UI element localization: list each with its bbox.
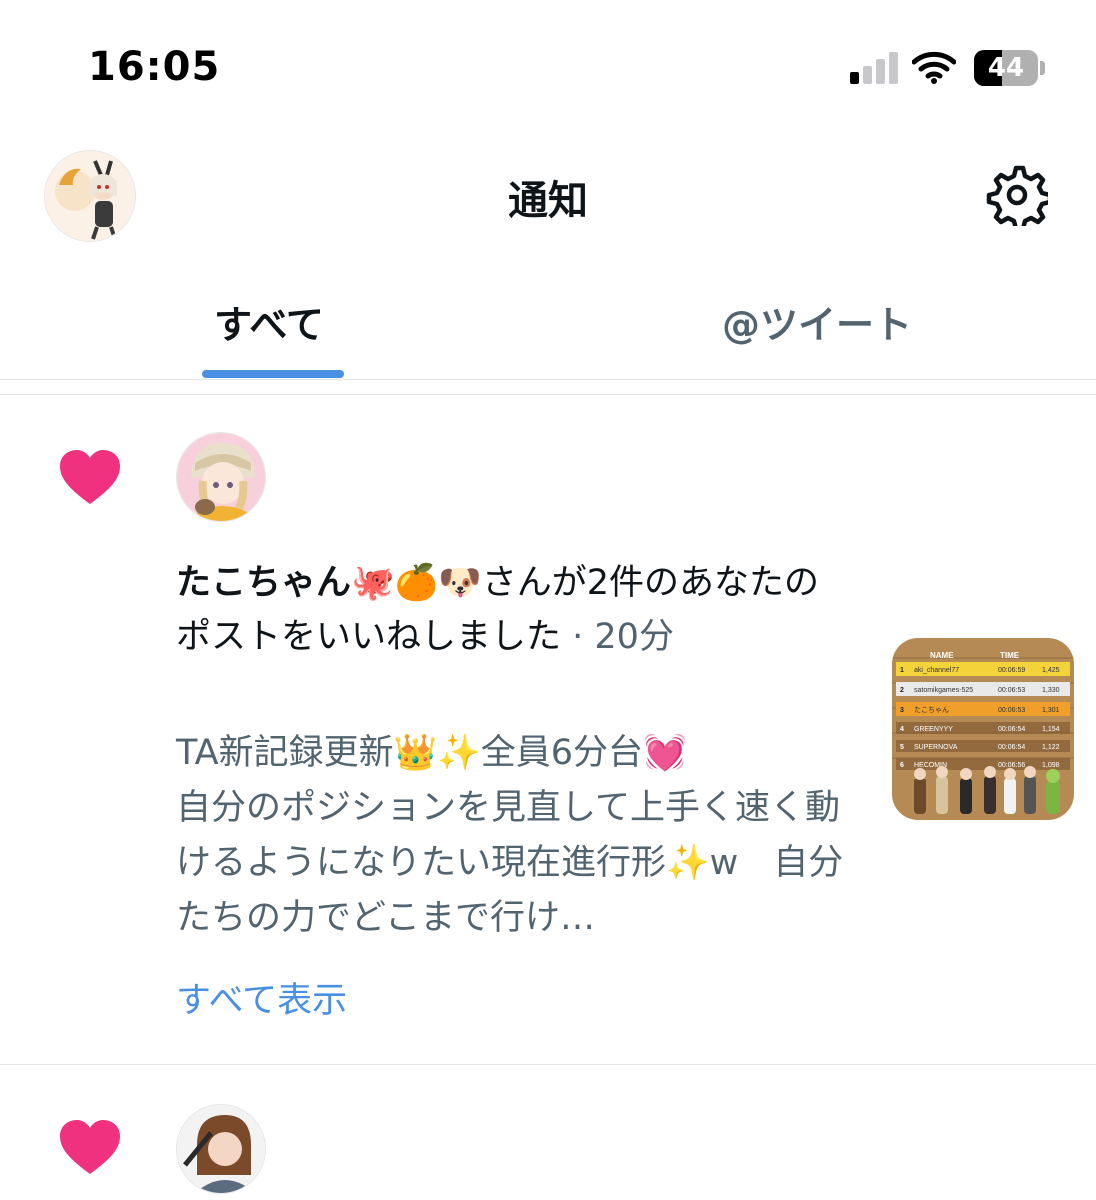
status-bar: 16:05 44 [0,0,1096,120]
thumb-name: satomikgames-525 [914,687,973,694]
thumb-rank: 6 [900,762,904,769]
thumb-score: 1,425 [1042,667,1060,674]
thumb-time: 00:06:53 [998,707,1025,714]
divider [0,394,1096,395]
thumb-time: 00:06:53 [998,687,1025,694]
thumb-score: 1,154 [1042,726,1060,733]
divider [0,1064,1096,1065]
thumb-name: GREENYYY [914,726,953,733]
notification-text[interactable]: たこちゃん🐙🍊🐶さんが2件のあなたのポストをいいねしました · 20分 [176,556,836,664]
thumb-score: 1,122 [1042,744,1060,751]
post-thumbnail[interactable]: NAME TIME 1 aki_channel77 00:06:59 1,425 2 sa… [892,638,1074,820]
thumb-score: 1,098 [1042,762,1060,769]
thumb-time: 00:06:59 [998,667,1025,674]
wifi-icon [911,50,957,84]
tab-all[interactable]: すべて [214,294,324,349]
thumb-rank: 2 [900,687,904,694]
thumb-rank: 4 [900,726,904,733]
thumb-rank: 1 [900,667,904,674]
tab-mentions[interactable]: @ツイート [722,294,912,349]
notification-time: 20分 [594,617,674,657]
page-title: 通知 [508,178,588,224]
thumb-score: 1,301 [1042,707,1060,714]
thumb-name: SUPERNOVA [914,744,958,751]
thumb-header-name: NAME [930,651,954,660]
thumb-rank: 3 [900,707,904,714]
thumb-name: たこちゃん [914,706,949,714]
thumb-time: 00:06:54 [998,744,1025,751]
tab-bar: すべて @ツイート [0,260,1096,380]
thumb-time: 00:06:56 [998,762,1025,769]
app-header: 通知 [0,120,1096,260]
battery-icon: 44 [974,50,1046,86]
liker-name[interactable]: たこちゃん🐙🍊🐶 [176,563,482,603]
heart-icon [58,1118,122,1176]
status-time: 16:05 [88,44,221,90]
thumb-header-time: TIME [1000,651,1020,660]
heart-icon [58,448,122,506]
thumb-name: aki_channel77 [914,667,959,674]
post-excerpt[interactable]: TA新記録更新👑✨全員6分台💓 自分のポジションを見直して上手く速く動けるように… [176,726,856,946]
liker-avatar[interactable] [176,432,266,522]
thumb-score: 1,330 [1042,687,1060,694]
notification-separator: · [561,617,595,657]
active-tab-indicator [202,370,344,378]
cellular-signal-icon [850,52,898,84]
thumb-rank: 5 [900,744,904,751]
thumb-time: 00:06:54 [998,726,1025,733]
gear-icon[interactable] [986,164,1053,232]
battery-level: 44 [987,53,1025,83]
liker-avatar[interactable] [176,1104,266,1194]
show-all-link[interactable]: すべて表示 [176,972,347,1023]
